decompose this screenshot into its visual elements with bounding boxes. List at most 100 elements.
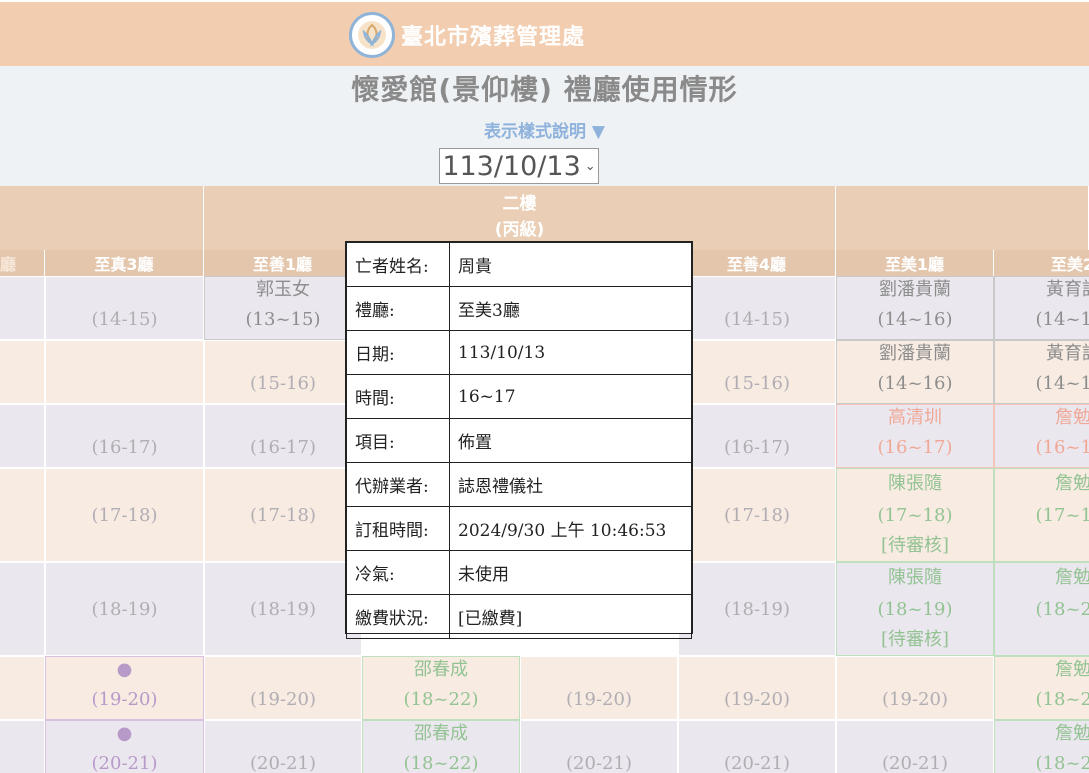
booking-detail-table: 亡者姓名: 周貴 禮廳: 至美3廳 日期: 113/10/13 時間: 16~17 項目: 佈置代… xyxy=(346,242,692,639)
detail-label: 冷氣: xyxy=(346,550,450,595)
cell-time: (16-17) xyxy=(724,437,790,458)
cell-time: (20-21) xyxy=(724,753,790,773)
cell-time: (17~18) xyxy=(877,505,953,526)
cell-time: (16~17) xyxy=(1035,437,1089,458)
cell-time: (17-18) xyxy=(724,505,790,526)
cell-name: 陳張隨 xyxy=(888,567,942,588)
chevron-down-icon: ⌄ xyxy=(584,158,596,174)
hall-header: 至善1廳 xyxy=(204,250,362,276)
schedule-cell: (20-21) xyxy=(678,720,836,773)
detail-label: 亡者姓名: xyxy=(346,242,450,287)
schedule-cell: (17-18) xyxy=(678,468,836,562)
cell-name: 陳張隨 xyxy=(888,473,942,494)
detail-value: 佈置 xyxy=(449,418,692,463)
schedule-cell: (15-16) xyxy=(204,340,362,404)
hall-header: 至美1廳 xyxy=(836,250,994,276)
cell-time: (19-20) xyxy=(724,689,790,710)
cell-time: (14~16) xyxy=(877,373,953,394)
top-banner: 臺北市殯葬管理處 xyxy=(0,2,1089,66)
schedule-cell: (16-17) xyxy=(45,404,204,468)
schedule-cell: (19-20) xyxy=(836,656,994,720)
schedule-cell[interactable]: 黃育詔 (14~16) xyxy=(994,276,1089,340)
cell-time: (16-17) xyxy=(250,437,316,458)
schedule-cell[interactable]: 詹勉 (18~22) xyxy=(994,562,1089,656)
detail-label: 代辦業者: xyxy=(346,462,450,507)
cell-status: [待審核] xyxy=(880,535,950,556)
cell-time: (17-18) xyxy=(91,505,158,526)
hall-header: 至真3廳 xyxy=(45,250,204,276)
floor-label: 二樓 xyxy=(502,194,537,214)
detail-value: 113/10/13 xyxy=(449,330,692,375)
detail-value: 誌恩禮儀社 xyxy=(449,462,692,507)
schedule-cell: (14-15) xyxy=(45,276,204,340)
cell-name: 詹勉 xyxy=(1055,567,1089,588)
cell-name: 劉潘貴蘭 xyxy=(879,279,951,300)
cell-time: (19-20) xyxy=(882,689,948,710)
cell-time: (14~16) xyxy=(1035,309,1089,330)
cell-time: (14~16) xyxy=(1035,373,1089,394)
cell-time: (18-19) xyxy=(91,599,158,620)
cell-time: (13~15) xyxy=(245,309,321,330)
lotus-logo-icon xyxy=(349,12,395,58)
schedule-cell: (18-19) xyxy=(45,562,204,656)
cell-time: (14-15) xyxy=(91,309,158,330)
schedule-cell: (20-21) xyxy=(204,720,362,773)
cell-name: 劉潘貴蘭 xyxy=(879,343,951,364)
cell-name: 黃育詔 xyxy=(1046,279,1089,300)
cell-name: 詹勉 xyxy=(1055,659,1089,680)
schedule-cell: (17-18) xyxy=(204,468,362,562)
legend-toggle-link[interactable]: 表示樣式說明 ▼ xyxy=(0,117,1089,142)
schedule-cell[interactable]: 詹勉 (16~17) xyxy=(994,404,1089,468)
schedule-cell: (18-19) xyxy=(204,562,362,656)
schedule-cell[interactable]: ● (20-21) xyxy=(45,720,204,773)
cell-time: (18-19) xyxy=(724,599,790,620)
schedule-cell xyxy=(0,656,45,720)
detail-row: 繳費狀況: [已繳費] xyxy=(346,594,692,639)
cell-time: (18~22) xyxy=(1035,599,1089,620)
cell-name: 黃育詔 xyxy=(1046,343,1089,364)
schedule-cell[interactable]: 邵春成 (18~22) xyxy=(362,656,520,720)
hall-header: 至善4廳 xyxy=(678,250,836,276)
cell-time: (20-21) xyxy=(91,753,158,773)
cell-name: 詹勉 xyxy=(1055,473,1089,494)
cell-name: 詹勉 xyxy=(1055,407,1089,428)
cell-time: (18~22) xyxy=(403,689,479,710)
detail-row: 時間: 16~17 xyxy=(346,374,692,419)
date-select-value: 113/10/13 xyxy=(442,150,581,182)
detail-value: 16~17 xyxy=(449,374,692,419)
cell-time: (20-21) xyxy=(250,753,316,773)
date-select[interactable]: 113/10/13 ⌄ xyxy=(439,148,599,184)
cell-time: (17~18) xyxy=(1035,505,1089,526)
schedule-cell[interactable]: ● (19-20) xyxy=(45,656,204,720)
cell-time: (19-20) xyxy=(91,689,158,710)
cell-time: (19-20) xyxy=(566,689,632,710)
cell-name: 郭玉女 xyxy=(256,279,310,300)
floor-header-left xyxy=(0,186,204,250)
schedule-cell xyxy=(0,340,45,404)
schedule-cell[interactable]: 詹勉 (18~22) xyxy=(994,720,1089,773)
schedule-cell: (18-19) xyxy=(678,562,836,656)
detail-value: 至美3廳 xyxy=(449,286,692,331)
schedule-cell[interactable]: 陳張隨 (18~19) [待審核] xyxy=(836,562,994,656)
cell-time: (14~16) xyxy=(877,309,953,330)
cell-time: (20-21) xyxy=(566,753,632,773)
cell-time: (17-18) xyxy=(250,505,316,526)
schedule-cell[interactable]: 邵春成 (18~22) xyxy=(362,720,520,773)
cell-time: (16~17) xyxy=(877,437,953,458)
schedule-cell[interactable]: 黃育詔 (14~16) xyxy=(994,340,1089,404)
detail-row: 日期: 113/10/13 xyxy=(346,330,692,375)
schedule-cell[interactable]: 詹勉 (17~18) xyxy=(994,468,1089,562)
schedule-cell[interactable]: 劉潘貴蘭 (14~16) xyxy=(836,340,994,404)
detail-label: 繳費狀況: xyxy=(346,594,450,639)
brand[interactable]: 臺北市殯葬管理處 xyxy=(349,12,585,58)
schedule-cell[interactable]: 高清圳 (16~17) xyxy=(836,404,994,468)
schedule-cell: (16-17) xyxy=(678,404,836,468)
schedule-cell[interactable]: 劉潘貴蘭 (14~16) xyxy=(836,276,994,340)
cell-time: (15-16) xyxy=(250,373,316,394)
detail-row: 訂租時間: 2024/9/30 上午 10:46:53 xyxy=(346,506,692,551)
detail-label: 時間: xyxy=(346,374,450,419)
schedule-cell[interactable]: 陳張隨 (17~18) [待審核] xyxy=(836,468,994,562)
cell-name: 詹勉 xyxy=(1055,723,1089,744)
schedule-cell[interactable]: 詹勉 (18~22) xyxy=(994,656,1089,720)
schedule-cell[interactable]: 郭玉女 (13~15) xyxy=(204,276,362,340)
